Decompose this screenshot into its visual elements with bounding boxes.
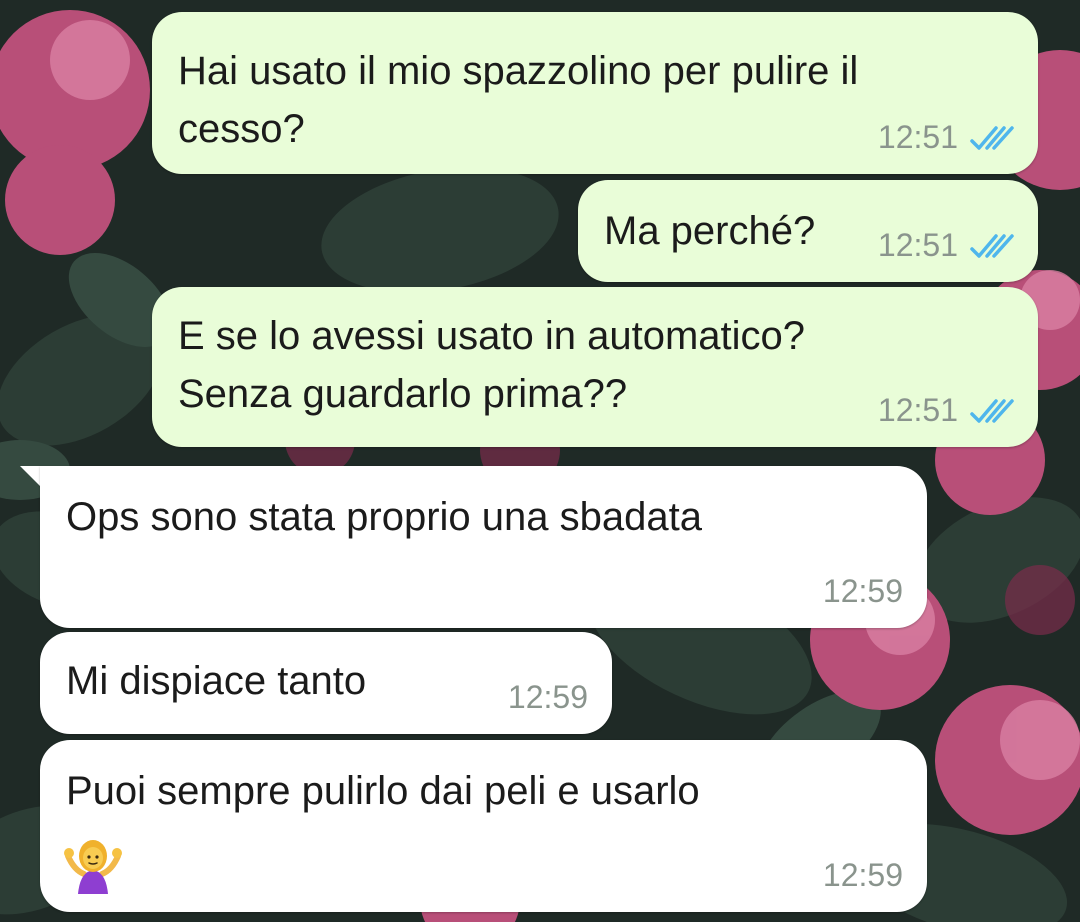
message-time: 12:51 [877, 392, 958, 428]
message-time: 12:59 [507, 679, 588, 715]
double-check-icon [970, 233, 1014, 258]
double-check-icon [970, 398, 1014, 423]
person-shrugging-emoji [64, 840, 122, 894]
message-meta: 12:59 [823, 573, 903, 610]
message-bubble-incoming[interactable]: Ops sono stata proprio una sbadata 12:59 [40, 466, 927, 628]
message-text: Mi dispiace tanto [66, 659, 367, 703]
message-bubble-incoming[interactable]: Mi dispiace tanto 12:59 [40, 632, 612, 734]
message-meta: 12:51 [878, 119, 1014, 156]
message-text: Ma perché? [604, 209, 816, 253]
message-meta: 12:51 [878, 392, 1014, 429]
message-text: Puoi sempre pulirlo dai peli e usarlo [66, 769, 700, 813]
message-time: 12:59 [822, 573, 903, 609]
message-bubble-outgoing[interactable]: E se lo avessi usato in automatico? Senz… [152, 287, 1038, 447]
message-meta: 12:51 [878, 227, 1014, 264]
message-text: Ops sono stata proprio una sbadata [66, 495, 702, 539]
message-text: E se lo avessi usato in automatico? Senz… [178, 314, 806, 416]
message-time: 12:51 [877, 227, 958, 263]
message-bubble-outgoing[interactable]: Hai usato il mio spazzolino per pulire i… [152, 12, 1038, 174]
message-time: 12:51 [877, 119, 958, 155]
message-meta: 12:59 [823, 857, 903, 894]
message-bubble-outgoing[interactable]: Ma perché? 12:51 [578, 180, 1038, 282]
message-text: Hai usato il mio spazzolino per pulire i… [178, 49, 859, 151]
message-time: 12:59 [822, 857, 903, 893]
message-meta: 12:59 [508, 679, 588, 716]
message-bubble-incoming[interactable]: Puoi sempre pulirlo dai peli e usarlo 12… [40, 740, 927, 912]
double-check-icon [970, 125, 1014, 150]
